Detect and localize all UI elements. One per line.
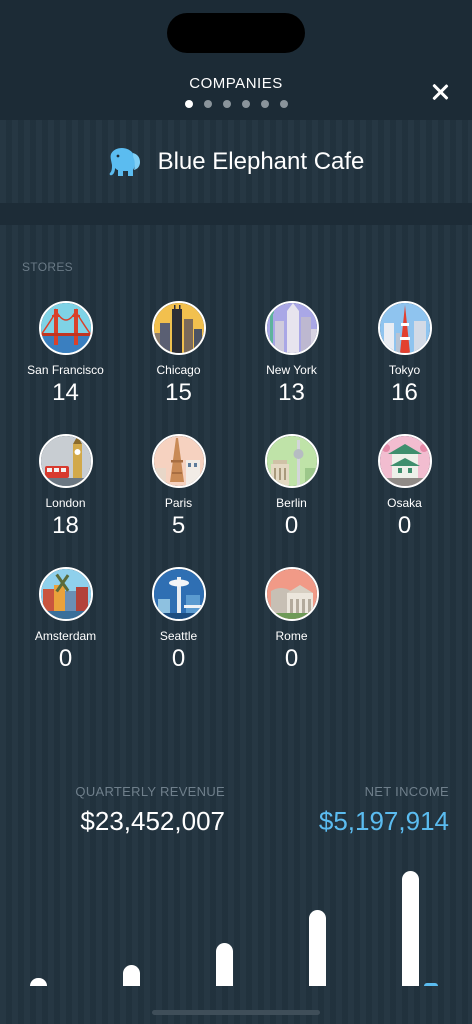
- store-count: 5: [171, 512, 186, 539]
- city-new-york[interactable]: New York 13: [235, 301, 348, 407]
- berlin-tv-tower-icon[interactable]: [264, 434, 319, 488]
- store-count: 18: [52, 512, 79, 539]
- city-name: Osaka: [387, 496, 422, 510]
- revenue-bar: [309, 910, 326, 986]
- city-paris[interactable]: Paris 5: [122, 434, 235, 540]
- company-header: Blue Elephant Cafe: [0, 120, 472, 203]
- new-york-skyline-icon[interactable]: [264, 301, 319, 355]
- revenue-bar: [30, 978, 47, 986]
- page-dot[interactable]: [203, 100, 212, 108]
- chicago-skyline-icon[interactable]: [151, 301, 206, 355]
- city-name: Amsterdam: [34, 629, 97, 643]
- close-icon[interactable]: [426, 78, 454, 106]
- net-income-value: $5,197,914: [318, 806, 449, 836]
- elephant-icon: [109, 147, 140, 176]
- city-rome[interactable]: Rome 0: [235, 567, 348, 673]
- city-berlin[interactable]: Berlin 0: [235, 434, 348, 540]
- store-count: 0: [171, 645, 186, 672]
- city-seattle[interactable]: Seattle 0: [122, 567, 235, 673]
- space-needle-icon[interactable]: [151, 567, 206, 621]
- city-amsterdam[interactable]: Amsterdam 0: [9, 567, 122, 673]
- stores-label: STORES: [22, 260, 73, 274]
- city-name: Seattle: [159, 629, 198, 643]
- golden-gate-icon[interactable]: [38, 301, 93, 355]
- city-osaka[interactable]: Osaka 0: [348, 434, 461, 540]
- revenue-value: $23,452,007: [80, 806, 225, 836]
- city-name: Chicago: [156, 363, 201, 377]
- store-count: 14: [52, 379, 79, 406]
- store-count: 15: [165, 379, 192, 406]
- city-name: Tokyo: [388, 363, 421, 377]
- city-san-francisco[interactable]: San Francisco 14: [9, 301, 122, 407]
- store-count: 0: [397, 512, 412, 539]
- net-income-bar: [424, 983, 438, 986]
- colosseum-icon[interactable]: [264, 567, 319, 621]
- revenue-bar: [216, 943, 233, 986]
- city-chicago[interactable]: Chicago 15: [122, 301, 235, 407]
- page-dot[interactable]: [260, 100, 269, 108]
- osaka-castle-icon[interactable]: [377, 434, 432, 488]
- city-name: Berlin: [276, 496, 307, 510]
- page-indicator[interactable]: [0, 100, 472, 108]
- city-london[interactable]: London 18: [9, 434, 122, 540]
- revenue-bar: [402, 871, 419, 986]
- amsterdam-houses-icon[interactable]: [38, 567, 93, 621]
- page-dot[interactable]: [241, 100, 250, 108]
- stores-section: STORES San Francisco 14 Chicago 15 New Y…: [0, 225, 472, 730]
- city-tokyo[interactable]: Tokyo 16: [348, 301, 461, 407]
- store-count: 0: [58, 645, 73, 672]
- page-dot[interactable]: [279, 100, 288, 108]
- net-income-label: NET INCOME: [364, 784, 449, 799]
- page-title: COMPANIES: [189, 75, 283, 92]
- store-count: 0: [284, 645, 299, 672]
- store-count: 13: [278, 379, 305, 406]
- tokyo-tower-icon[interactable]: [377, 301, 432, 355]
- dynamic-island: [167, 13, 305, 53]
- city-name: New York: [266, 363, 317, 377]
- company-name: Blue Elephant Cafe: [157, 147, 365, 175]
- city-name: San Francisco: [27, 363, 104, 377]
- big-ben-icon[interactable]: [38, 434, 93, 488]
- revenue-bar: [123, 965, 140, 986]
- page-dot[interactable]: [184, 100, 193, 108]
- eiffel-tower-icon[interactable]: [151, 434, 206, 488]
- section-divider: [0, 203, 472, 225]
- home-indicator[interactable]: [152, 1010, 320, 1015]
- store-count: 16: [391, 379, 418, 406]
- city-name: Paris: [164, 496, 193, 510]
- page-dot[interactable]: [222, 100, 231, 108]
- city-name: Rome: [275, 629, 308, 643]
- top-bar: COMPANIES: [0, 0, 472, 120]
- finance-section: QUARTERLY REVENUE $23,452,007 NET INCOME…: [0, 730, 472, 1024]
- revenue-label: QUARTERLY REVENUE: [75, 784, 225, 799]
- store-count: 0: [284, 512, 299, 539]
- city-name: London: [45, 496, 86, 510]
